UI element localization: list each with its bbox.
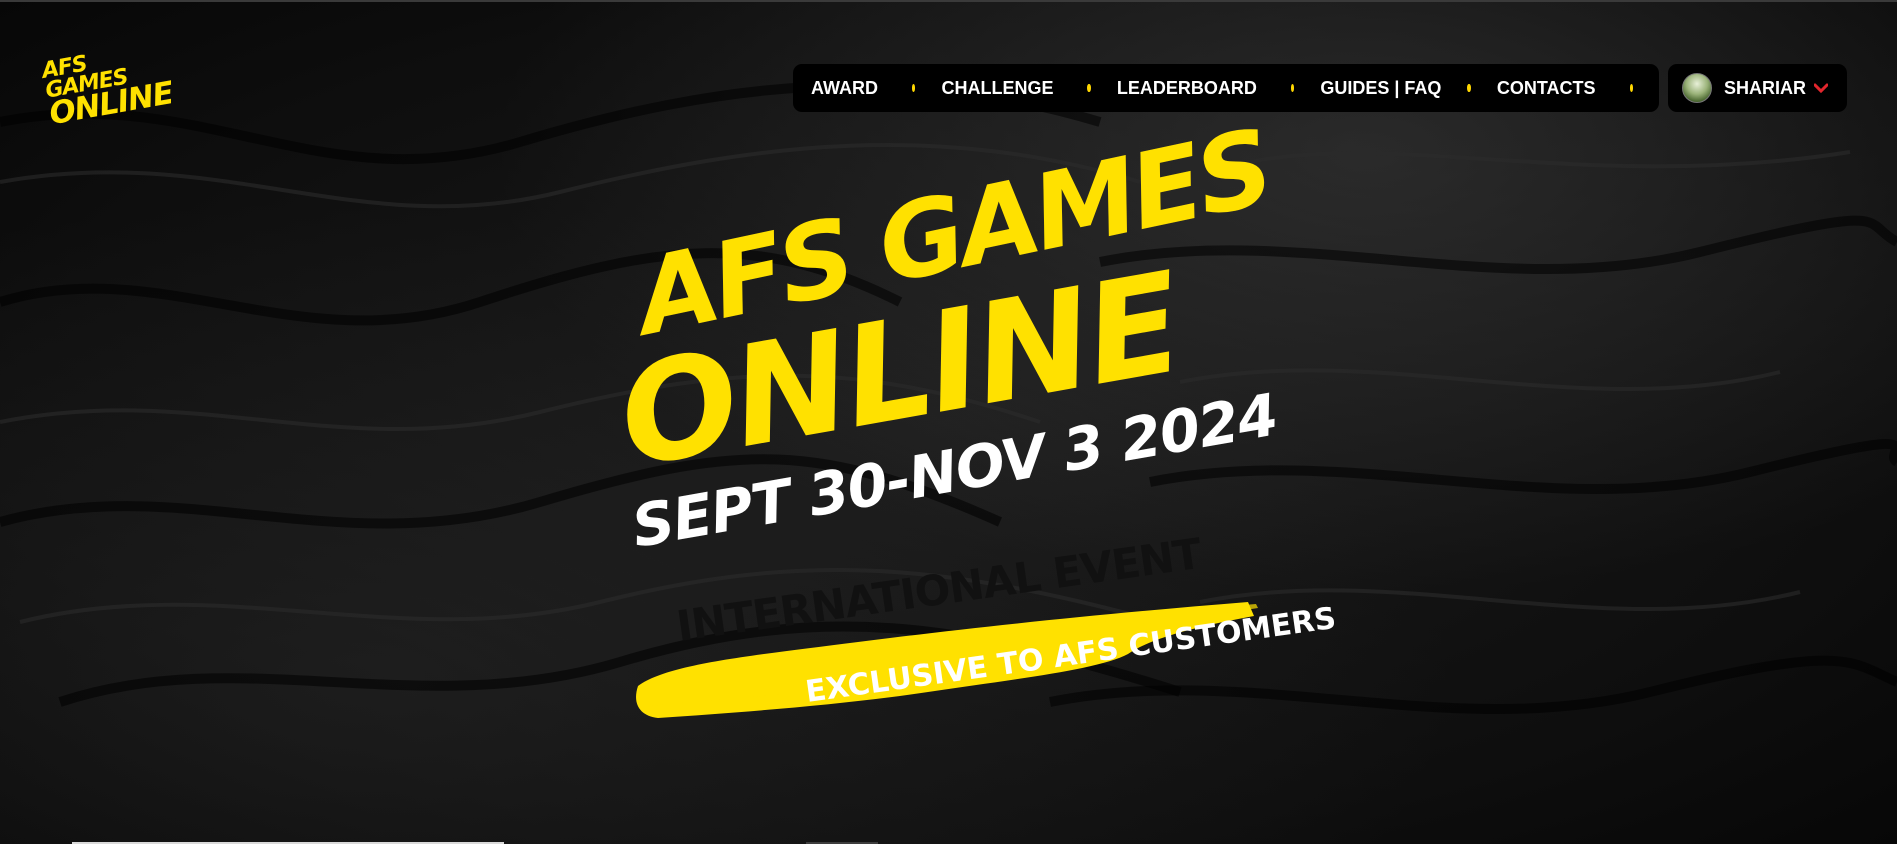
- nav-separator-dot: [1467, 84, 1471, 92]
- site-logo[interactable]: AFS GAMES ONLINE: [40, 43, 176, 133]
- nav-separator-dot: [1290, 84, 1295, 92]
- nav-item-award[interactable]: AWARD: [811, 78, 878, 99]
- user-menu-button[interactable]: SHARIAR: [1668, 64, 1847, 112]
- hero-banner: AFS GAMES ONLINE SEPT 30-NOV 3 2024 INTE…: [608, 106, 1338, 762]
- main-nav: AWARD CHALLENGE LEADERBOARD GUIDES | FAQ…: [793, 64, 1659, 112]
- nav-item-contacts[interactable]: CONTACTS: [1497, 78, 1596, 99]
- chevron-down-icon: [1814, 83, 1829, 93]
- nav-item-challenge[interactable]: CHALLENGE: [941, 78, 1053, 99]
- nav-item-leaderboard[interactable]: LEADERBOARD: [1117, 78, 1257, 99]
- nav-separator-dot: [1629, 84, 1634, 92]
- nav-item-guides-faq[interactable]: GUIDES | FAQ: [1320, 78, 1441, 99]
- nav-separator-dot: [1087, 84, 1091, 92]
- user-name: SHARIAR: [1724, 77, 1807, 98]
- avatar: [1682, 73, 1712, 103]
- nav-separator-dot: [912, 84, 916, 92]
- page: AFS GAMES ONLINE AWARD CHALLENGE LEADERB…: [0, 0, 1897, 844]
